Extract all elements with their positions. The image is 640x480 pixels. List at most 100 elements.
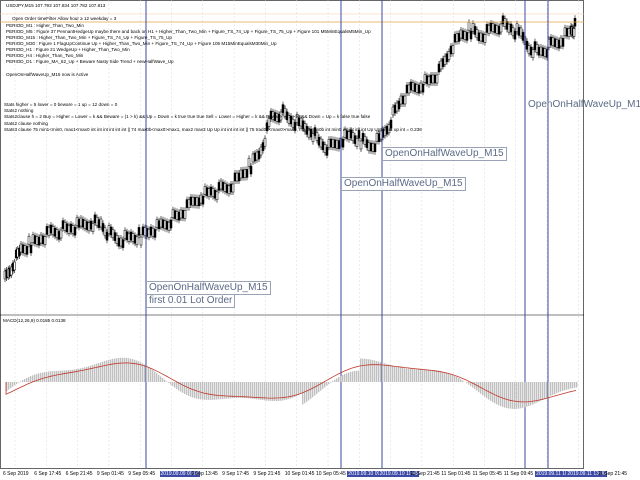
candle-body: [117, 237, 121, 247]
candle-body: [233, 172, 237, 182]
candle-body: [41, 235, 45, 245]
candle-body: [47, 226, 51, 236]
candle-body: [457, 33, 461, 42]
trade-label-4[interactable]: OpenOnHalfWaveUp_M15: [528, 99, 640, 110]
macd-bar: [412, 368, 414, 382]
candle-body: [321, 141, 325, 151]
macd-bar: [524, 382, 526, 408]
macd-bar: [174, 382, 176, 388]
candle-body: [337, 140, 341, 149]
macd-bar: [338, 377, 340, 382]
candle-body: [531, 49, 535, 59]
macd-bar: [496, 382, 498, 405]
macd-bar: [574, 382, 576, 388]
macd-bar: [304, 382, 306, 404]
chart-canvas[interactable]: [0, 0, 640, 480]
trade-label-3[interactable]: OpenOnHalfWaveUp_M15: [382, 147, 507, 161]
candle-body: [111, 229, 115, 239]
macd-bar: [176, 382, 178, 390]
macd-bar: [422, 369, 424, 382]
active-status: OpenOnHalfWaveUp_M15 now is Active: [6, 72, 89, 77]
macd-bar: [364, 358, 366, 382]
candle-body: [203, 186, 207, 195]
macd-bar: [106, 360, 108, 382]
candle-body: [361, 132, 365, 142]
macd-bar: [324, 382, 326, 388]
candle-body: [481, 33, 485, 43]
candle-body: [503, 18, 507, 27]
candle-body: [525, 40, 529, 50]
macd-bar: [188, 382, 190, 396]
trade-label-1[interactable]: OpenOnHalfWaveUp_M15: [146, 281, 271, 295]
macd-bar: [236, 382, 238, 398]
macd-bar: [522, 382, 524, 408]
candle-body: [377, 133, 381, 142]
macd-bar: [44, 372, 46, 382]
candle-body: [175, 211, 179, 220]
macd-bar: [434, 370, 436, 382]
candle-body: [323, 144, 327, 153]
candle-body: [19, 243, 23, 253]
candle-body: [125, 231, 129, 241]
candle-body: [449, 45, 453, 55]
macd-bar: [90, 365, 92, 382]
candle-body: [429, 74, 433, 84]
candle-body: [261, 142, 265, 151]
macd-bar: [498, 382, 500, 406]
macd-bar: [526, 382, 528, 407]
macd-bar: [160, 376, 162, 382]
candle-body: [195, 197, 199, 206]
candle-body: [185, 199, 189, 208]
candle-body: [253, 152, 257, 162]
macd-bar: [186, 382, 188, 396]
macd-bar: [348, 372, 350, 382]
macd-bar: [96, 363, 98, 382]
candle-body: [325, 147, 329, 156]
macd-bar: [420, 369, 422, 382]
candle-body: [507, 23, 511, 33]
macd-bar: [72, 369, 74, 382]
candle-body: [217, 182, 221, 191]
macd-bar: [566, 382, 568, 390]
macd-bar: [556, 382, 558, 394]
candle-body: [331, 139, 335, 148]
candle-body: [549, 36, 553, 46]
candle-body: [263, 137, 267, 147]
candle-body: [225, 184, 229, 193]
macd-bar: [356, 370, 358, 382]
candle-body: [453, 33, 457, 43]
candle-body: [559, 37, 563, 47]
macd-bar: [346, 373, 348, 382]
candle-body: [177, 211, 181, 221]
candle-body: [461, 30, 465, 40]
macd-bar: [332, 381, 334, 382]
stats-line: Stats3 clause 75 min1<min0, max1<max0 in…: [4, 126, 422, 132]
candle-body: [487, 24, 491, 34]
macd-bar: [102, 361, 104, 382]
candle-body: [431, 74, 435, 84]
macd-bar: [462, 380, 464, 382]
candle-body: [567, 28, 571, 37]
candle-body: [199, 194, 203, 204]
trade-label-2[interactable]: OpenOnHalfWaveUp_M15: [341, 177, 466, 191]
candle-body: [187, 199, 191, 209]
candle-body: [399, 95, 403, 105]
macd-bar: [20, 381, 22, 382]
macd-bar: [240, 382, 242, 398]
candle-body: [447, 51, 451, 60]
candle-body: [335, 139, 339, 149]
candle-body: [151, 227, 155, 237]
candle-body: [71, 225, 75, 234]
candle-body: [455, 33, 459, 43]
candle-body: [107, 225, 111, 234]
candle-body: [149, 226, 153, 236]
candle-body: [413, 83, 417, 92]
candle-body: [85, 221, 89, 230]
macd-bar: [98, 363, 100, 382]
macd-bar: [370, 359, 372, 382]
trade-label-1-sub[interactable]: first 0.01 Lot Order: [146, 294, 236, 308]
macd-bar: [42, 372, 44, 382]
macd-bar: [26, 377, 28, 382]
candle-body: [373, 143, 377, 153]
candle-body: [477, 32, 481, 42]
